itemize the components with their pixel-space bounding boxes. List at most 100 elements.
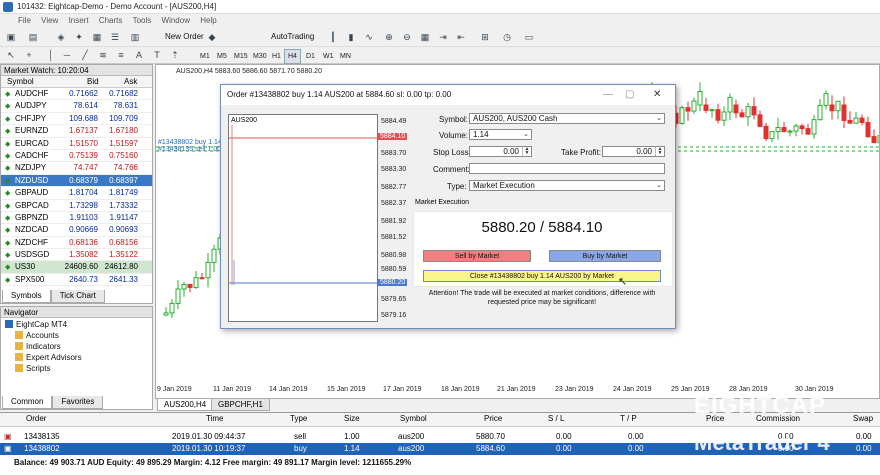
stepper-icon[interactable]: ▲ ▼ bbox=[522, 147, 531, 156]
comment-input[interactable] bbox=[469, 163, 665, 174]
market-watch-row[interactable]: ◆ NZDJPY 74.747 74.766 bbox=[1, 162, 152, 175]
new-order-button[interactable]: New Order bbox=[150, 30, 204, 45]
new-chart-icon[interactable]: ▣ bbox=[4, 30, 18, 44]
market-watch-row[interactable]: ◆ CHFJPY 109.688 109.709 bbox=[1, 113, 152, 126]
market-watch-row[interactable]: ◆ GBPNZD 1.91103 1.91147 bbox=[1, 212, 152, 225]
maximize-icon[interactable]: ▢ bbox=[625, 89, 634, 100]
market-watch-row[interactable]: ◆ NZDCHF 0.68136 0.68156 bbox=[1, 237, 152, 250]
navigator-root[interactable]: EightCap MT4 bbox=[5, 320, 67, 329]
timeframe-m1[interactable]: M1 bbox=[196, 49, 214, 64]
timeframe-mn[interactable]: MN bbox=[336, 49, 355, 64]
chart-tab-gbpchf[interactable]: GBPCHF,H1 bbox=[211, 399, 270, 411]
label-tool-icon[interactable]: T bbox=[150, 48, 164, 62]
col-time[interactable]: Time bbox=[206, 413, 223, 425]
market-watch-row[interactable]: ◆ CADCHF 0.75139 0.75160 bbox=[1, 150, 152, 163]
indicators-icon[interactable]: ⊞ bbox=[478, 30, 492, 44]
col-size[interactable]: Size bbox=[344, 413, 360, 425]
periods-icon[interactable]: ◷ bbox=[500, 30, 514, 44]
col-order[interactable]: Order bbox=[26, 413, 46, 425]
candle-body bbox=[709, 109, 715, 112]
menu-charts[interactable]: Charts bbox=[99, 16, 123, 25]
metaeditor-icon[interactable]: ◆ bbox=[205, 30, 219, 44]
market-watch-row[interactable]: ◆ GBPCAD 1.73298 1.73332 bbox=[1, 200, 152, 212]
chart-tab-aus200[interactable]: AUS200,H4 bbox=[157, 399, 214, 411]
templates-icon[interactable]: ▭ bbox=[522, 30, 536, 44]
tester-icon[interactable]: ☰ bbox=[108, 30, 122, 44]
horizontal-line-icon[interactable]: ─ bbox=[60, 48, 74, 62]
timeframe-d1[interactable]: D1 bbox=[302, 49, 319, 64]
market-watch-row[interactable]: ◆ SPX500 2640.73 2641.33 bbox=[1, 274, 152, 287]
menu-insert[interactable]: Insert bbox=[69, 16, 89, 25]
market-watch-row[interactable]: ◆ GBPAUD 1.81704 1.81749 bbox=[1, 187, 152, 200]
col-swap[interactable]: Swap bbox=[853, 413, 873, 425]
col-symbol[interactable]: Symbol bbox=[7, 77, 34, 86]
stop-loss-input[interactable]: 0.00 ▲ ▼ bbox=[469, 146, 532, 157]
timeframe-h1[interactable]: H1 bbox=[268, 49, 285, 64]
fibonacci-icon[interactable]: ≡ bbox=[114, 48, 128, 62]
text-tool-icon[interactable]: A bbox=[132, 48, 146, 62]
tab-symbols[interactable]: Symbols bbox=[2, 290, 51, 303]
volume-select[interactable]: 1.14 ⌄ bbox=[469, 129, 532, 140]
arrows-tool-icon[interactable]: ⇡ bbox=[168, 48, 182, 62]
crosshair-icon[interactable]: + bbox=[22, 48, 36, 62]
take-profit-input[interactable]: 0.00 ▲ ▼ bbox=[602, 146, 665, 157]
menu-file[interactable]: File bbox=[18, 16, 31, 25]
col-bid[interactable]: Bid bbox=[87, 77, 99, 86]
autotrading-button[interactable]: AutoTrading bbox=[256, 30, 314, 45]
line-chart-icon[interactable]: ∿ bbox=[362, 30, 376, 44]
menu-tools[interactable]: Tools bbox=[133, 16, 152, 25]
zoom-in-icon[interactable]: ⊕ bbox=[382, 30, 396, 44]
data-window-icon[interactable]: ▥ bbox=[128, 30, 142, 44]
timeframe-h4[interactable]: H4 bbox=[284, 49, 301, 64]
menu-view[interactable]: View bbox=[41, 16, 58, 25]
market-watch-row[interactable]: ◆ AUDJPY 78.614 78.631 bbox=[1, 100, 152, 113]
terminal-icon[interactable]: ▦ bbox=[90, 30, 104, 44]
market-watch-row[interactable]: ◆ AUDCHF 0.71662 0.71682 bbox=[1, 88, 152, 101]
chart-shift-icon[interactable]: ⇤ bbox=[454, 30, 468, 44]
col-tp[interactable]: T / P bbox=[620, 413, 637, 425]
navigator-accounts[interactable]: Accounts bbox=[15, 331, 59, 340]
tab-tick-chart[interactable]: Tick Chart bbox=[50, 290, 105, 303]
stepper-icon[interactable]: ▲ ▼ bbox=[655, 147, 664, 156]
vertical-line-icon[interactable]: │ bbox=[44, 48, 58, 62]
autoscroll-icon[interactable]: ⇥ bbox=[436, 30, 450, 44]
tile-icon[interactable]: ▦ bbox=[418, 30, 432, 44]
market-watch-row[interactable]: ◆ NZDCAD 0.90669 0.90693 bbox=[1, 224, 152, 237]
channel-icon[interactable]: ≋ bbox=[96, 48, 110, 62]
symbol-select[interactable]: AUS200, AUS200 Cash ⌄ bbox=[469, 113, 665, 124]
navigator-scripts[interactable]: Scripts bbox=[15, 364, 50, 373]
trade-time: 2019.01.30 09:44:37 bbox=[172, 432, 246, 441]
row-ask: 0.68156 bbox=[109, 237, 138, 247]
close-icon[interactable]: ✕ bbox=[653, 89, 661, 100]
navigator-indicators[interactable]: Indicators bbox=[15, 342, 61, 351]
col-symbol[interactable]: Symbol bbox=[400, 413, 427, 425]
market-watch-row[interactable]: ◆ EURCAD 1.51570 1.51597 bbox=[1, 138, 152, 150]
tab-common[interactable]: Common bbox=[2, 396, 53, 409]
navigator-icon[interactable]: ✦ bbox=[72, 30, 86, 44]
col-price[interactable]: Price bbox=[484, 413, 502, 425]
zoom-out-icon[interactable]: ⊖ bbox=[400, 30, 414, 44]
bar-chart-icon[interactable]: ┃ bbox=[326, 30, 340, 44]
market-watch-row[interactable]: ◆ EURNZD 1.67137 1.67180 bbox=[1, 125, 152, 138]
market-watch-row[interactable]: ◆ US30 24609.60 24612.80 bbox=[1, 261, 152, 274]
col-sl[interactable]: S / L bbox=[548, 413, 564, 425]
timeframe-w1[interactable]: W1 bbox=[319, 49, 338, 64]
trendline-icon[interactable]: ╱ bbox=[78, 48, 92, 62]
cursor-icon[interactable]: ↖ bbox=[4, 48, 18, 62]
buy-by-market-button[interactable]: Buy by Market bbox=[549, 250, 661, 262]
minimize-icon[interactable]: — bbox=[603, 89, 613, 100]
col-type[interactable]: Type bbox=[290, 413, 307, 425]
tab-favorites[interactable]: Favorites bbox=[52, 396, 104, 409]
menu-window[interactable]: Window bbox=[162, 16, 190, 25]
profiles-icon[interactable]: ▤ bbox=[26, 30, 40, 44]
col-ask[interactable]: Ask bbox=[124, 77, 137, 86]
order-type-select[interactable]: Market Execution ⌄ bbox=[469, 180, 665, 191]
menu-help[interactable]: Help bbox=[200, 16, 216, 25]
sell-by-market-button[interactable]: Sell by Market bbox=[423, 250, 531, 262]
market-watch-row[interactable]: ◆ USDSGD 1.35082 1.35122 bbox=[1, 249, 152, 262]
navigator-experts[interactable]: Expert Advisors bbox=[15, 353, 82, 362]
market-watch-icon[interactable]: ◈ bbox=[54, 30, 68, 44]
market-watch-row[interactable]: ◆ NZDUSD 0.68379 0.68397 bbox=[1, 174, 152, 188]
candle-chart-icon[interactable]: ▮ bbox=[344, 30, 358, 44]
timeframe-m5[interactable]: M5 bbox=[213, 49, 231, 64]
